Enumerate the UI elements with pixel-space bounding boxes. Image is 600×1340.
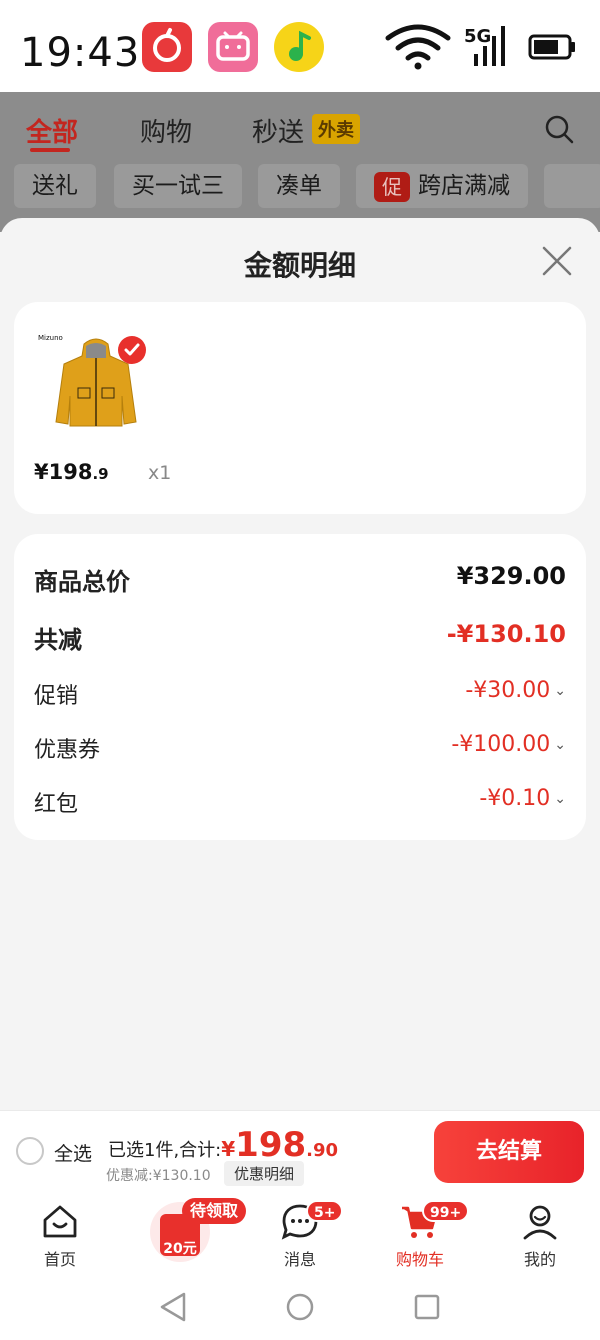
wifi-signal-battery-icon: 5G bbox=[385, 24, 575, 70]
chip-label: 买一试三 bbox=[132, 173, 224, 199]
chip-label: 送礼 bbox=[32, 173, 78, 199]
netease-music-icon bbox=[142, 22, 192, 72]
svg-text:5G: 5G bbox=[464, 26, 491, 47]
nav-home-label: 首页 bbox=[43, 1250, 76, 1269]
reduce-value: -¥130.10 bbox=[446, 620, 566, 648]
summary-reduce-row: 共减 -¥130.10 bbox=[34, 620, 566, 660]
nav-cart[interactable]: 购物车 99+ bbox=[360, 1198, 480, 1270]
chip-label: 凑单 bbox=[276, 173, 322, 199]
back-icon[interactable] bbox=[160, 1292, 186, 1322]
home-button-icon[interactable] bbox=[286, 1293, 314, 1321]
amount-detail-sheet: 金额明细 Mizuno ¥198.9 x1 商品总价 ¥329.00 共减 -¥… bbox=[0, 218, 600, 1110]
price-main: ¥198 bbox=[34, 460, 93, 484]
chevron-down-icon[interactable]: ⌄ bbox=[554, 791, 566, 807]
nav-messages-label: 消息 bbox=[283, 1250, 316, 1269]
background-page-overlay[interactable]: 全部 购物 秒送 外卖 送礼 买一试三 凑单 促跨店满减 bbox=[0, 92, 600, 232]
nav-profile-label: 我的 bbox=[523, 1250, 556, 1269]
sheet-title: 金额明细 bbox=[243, 249, 356, 282]
bottom-nav: 首页 20元 待领取 消息 5+ 购物车 99+ 我的 bbox=[0, 1192, 600, 1272]
red-packet-value: -¥0.10 bbox=[479, 786, 551, 811]
total-value: ¥329.00 bbox=[456, 562, 566, 590]
product-quantity: x1 bbox=[148, 462, 172, 484]
tab-all[interactable]: 全部 bbox=[26, 112, 78, 149]
profile-icon bbox=[523, 1205, 557, 1240]
chip-add-on[interactable]: 凑单 bbox=[258, 164, 340, 208]
summary-total-row: 商品总价 ¥329.00 bbox=[34, 562, 566, 602]
status-icons: 5G bbox=[378, 20, 588, 70]
promo-icon: 促 bbox=[374, 171, 410, 202]
red-packet-label: 红包 bbox=[34, 792, 79, 817]
recents-icon[interactable] bbox=[414, 1294, 440, 1320]
chevron-down-icon[interactable]: ⌄ bbox=[554, 683, 566, 699]
coupon-value: -¥100.00 bbox=[451, 732, 551, 757]
nav-messages[interactable]: 消息 5+ bbox=[240, 1198, 360, 1270]
selected-count-text: 已选1件,合计: bbox=[108, 1140, 222, 1161]
checkout-bar: 全选 已选1件,合计:¥198.90 优惠减:¥130.10 优惠明细 去结算 bbox=[0, 1110, 600, 1192]
nav-cart-label: 购物车 bbox=[395, 1250, 444, 1269]
promotion-row[interactable]: 促销 -¥30.00 ⌄ bbox=[34, 678, 566, 718]
total-summary: 已选1件,合计:¥198.90 bbox=[108, 1125, 338, 1165]
price-decimal: .9 bbox=[92, 465, 109, 483]
close-icon[interactable] bbox=[540, 244, 574, 278]
coupon-row[interactable]: 优惠券 -¥100.00 ⌄ bbox=[34, 732, 566, 772]
discount-text: 优惠减:¥130.10 bbox=[106, 1168, 211, 1184]
brand-logo: Mizuno bbox=[38, 334, 63, 342]
chip-label: 跨店满减 bbox=[418, 173, 510, 199]
filter-chips: 送礼 买一试三 凑单 促跨店满减 bbox=[0, 164, 600, 214]
select-all-label[interactable]: 全选 bbox=[54, 1139, 92, 1166]
category-tabs: 全部 购物 秒送 外卖 bbox=[0, 92, 600, 164]
discount-detail-button[interactable]: 优惠明细 bbox=[224, 1161, 305, 1186]
promotion-label: 促销 bbox=[34, 684, 79, 709]
active-tab-indicator bbox=[30, 148, 70, 152]
tab-shopping[interactable]: 购物 bbox=[140, 112, 192, 149]
chevron-down-icon[interactable]: ⌄ bbox=[554, 737, 566, 753]
select-all-radio[interactable] bbox=[16, 1137, 44, 1165]
search-icon[interactable] bbox=[544, 114, 574, 144]
tab-instant-delivery[interactable]: 秒送 bbox=[252, 112, 304, 149]
system-nav-bar bbox=[0, 1272, 600, 1340]
chip-cross-store-discount[interactable]: 促跨店满减 bbox=[356, 164, 528, 208]
product-price: ¥198.9 bbox=[34, 460, 109, 484]
product-card: Mizuno ¥198.9 x1 bbox=[14, 302, 586, 514]
promotion-value: -¥30.00 bbox=[465, 678, 551, 703]
coupon-label: 优惠券 bbox=[34, 738, 101, 763]
clock: 19:43 bbox=[20, 30, 141, 76]
total-label: 商品总价 bbox=[34, 568, 130, 596]
chip-more[interactable] bbox=[544, 164, 600, 208]
cart-badge: 99+ bbox=[422, 1200, 470, 1222]
home-icon bbox=[43, 1205, 77, 1238]
red-packet-row[interactable]: 红包 -¥0.10 ⌄ bbox=[34, 786, 566, 826]
red-packet-value-wrap: -¥0.10 ⌄ bbox=[479, 786, 566, 811]
takeaway-badge: 外卖 bbox=[312, 114, 360, 144]
status-bar: 19:43 5G bbox=[0, 0, 600, 92]
bilibili-icon bbox=[208, 22, 258, 72]
total-amount-int: 198 bbox=[235, 1125, 307, 1165]
chip-gift[interactable]: 送礼 bbox=[14, 164, 96, 208]
checkout-button[interactable]: 去结算 bbox=[434, 1121, 584, 1183]
pending-claim-badge: 待领取 bbox=[182, 1198, 247, 1224]
coupon-value-wrap: -¥100.00 ⌄ bbox=[451, 732, 566, 757]
messages-badge: 5+ bbox=[306, 1200, 344, 1222]
total-amount-dec: .90 bbox=[306, 1140, 339, 1161]
chip-buy-one-try-three[interactable]: 买一试三 bbox=[114, 164, 242, 208]
total-currency: ¥ bbox=[221, 1137, 236, 1161]
nav-home[interactable]: 首页 bbox=[0, 1198, 120, 1270]
price-summary-card: 商品总价 ¥329.00 共减 -¥130.10 促销 -¥30.00 ⌄ 优惠券… bbox=[14, 534, 586, 840]
nav-profile[interactable]: 我的 bbox=[480, 1198, 600, 1270]
promotion-value-wrap: -¥30.00 ⌄ bbox=[465, 678, 566, 703]
qq-music-icon bbox=[274, 22, 324, 72]
selected-check-icon[interactable] bbox=[118, 336, 146, 364]
reduce-label: 共减 bbox=[34, 626, 82, 654]
promo-amount: 20元 bbox=[163, 1241, 197, 1257]
